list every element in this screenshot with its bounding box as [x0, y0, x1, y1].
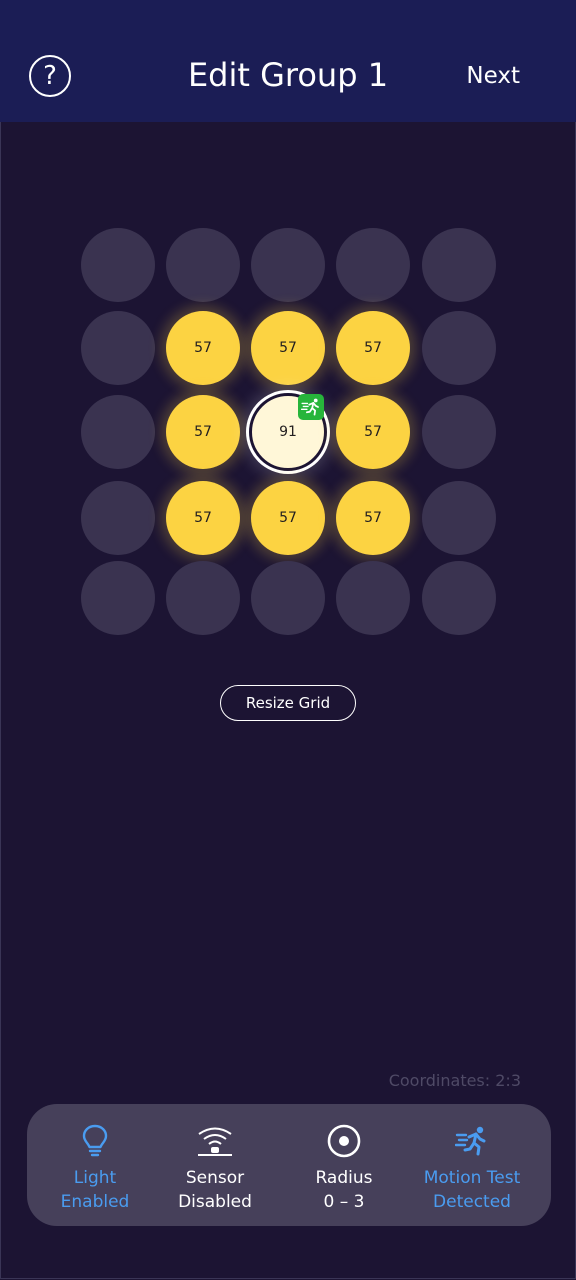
main-content: 57 57 57 57 91 57 57 57 57 Resize Grid Coordinat…	[0, 122, 576, 1279]
sensor-toggle-button[interactable]: Sensor Disabled	[155, 1104, 275, 1226]
light-level-value: 57	[194, 510, 212, 526]
motion-test-button[interactable]: Motion Test Detected	[412, 1104, 532, 1226]
light-level-value: 91	[279, 424, 297, 440]
light-level-value: 57	[279, 340, 297, 356]
light-level-value: 57	[194, 340, 212, 356]
radius-label: Radius	[315, 1168, 373, 1188]
light-level-value: 57	[364, 424, 382, 440]
light-cell[interactable]	[81, 228, 155, 302]
sensor-status: Disabled	[178, 1192, 252, 1212]
light-cell[interactable]	[81, 481, 155, 555]
light-toggle-button[interactable]: Light Enabled	[35, 1104, 155, 1226]
sensor-label: Sensor	[185, 1168, 245, 1188]
bottom-toolbar: Light Enabled Sensor Disabled Radius 0 –…	[27, 1104, 551, 1226]
light-cell[interactable]	[422, 228, 496, 302]
running-person-icon	[455, 1121, 489, 1161]
radius-value: 0 – 3	[323, 1192, 365, 1212]
light-cell[interactable]: 57	[251, 481, 325, 555]
light-level-value: 57	[194, 424, 212, 440]
light-label: Light	[73, 1168, 117, 1188]
sensor-waves-icon	[196, 1121, 234, 1161]
light-cell[interactable]	[166, 561, 240, 635]
resize-grid-button[interactable]: Resize Grid	[220, 685, 356, 721]
light-cell[interactable]: 57	[166, 481, 240, 555]
light-cell[interactable]	[81, 311, 155, 385]
light-grid: 57 57 57 57 91 57 57 57 57	[1, 122, 576, 662]
next-button[interactable]: Next	[466, 63, 520, 89]
radius-button[interactable]: Radius 0 – 3	[284, 1104, 404, 1226]
lightbulb-icon	[80, 1121, 110, 1161]
light-cell[interactable]: 57	[336, 311, 410, 385]
light-cell[interactable]	[422, 481, 496, 555]
light-cell[interactable]	[81, 395, 155, 469]
motion-test-status: Detected	[433, 1192, 511, 1212]
light-status: Enabled	[60, 1192, 130, 1212]
light-level-value: 57	[279, 510, 297, 526]
light-cell[interactable]	[166, 228, 240, 302]
light-cell[interactable]	[81, 561, 155, 635]
light-cell[interactable]	[422, 311, 496, 385]
light-cell[interactable]: 57	[166, 311, 240, 385]
top-bar: ? Edit Group 1 Next	[0, 0, 576, 122]
light-cell[interactable]: 57	[336, 395, 410, 469]
coordinates-readout: Coordinates: 2:3	[388, 1071, 521, 1090]
light-cell[interactable]	[422, 395, 496, 469]
light-cell[interactable]	[251, 228, 325, 302]
light-cell[interactable]: 57	[336, 481, 410, 555]
motion-test-label: Motion Test	[423, 1168, 521, 1188]
light-cell[interactable]	[422, 561, 496, 635]
light-cell[interactable]: 57	[251, 311, 325, 385]
light-cell[interactable]	[336, 228, 410, 302]
motion-detected-badge-icon	[298, 394, 324, 420]
light-cell[interactable]	[336, 561, 410, 635]
radius-target-icon	[326, 1121, 362, 1161]
light-level-value: 57	[364, 510, 382, 526]
light-level-value: 57	[364, 340, 382, 356]
light-cell[interactable]: 57	[166, 395, 240, 469]
light-cell[interactable]	[251, 561, 325, 635]
